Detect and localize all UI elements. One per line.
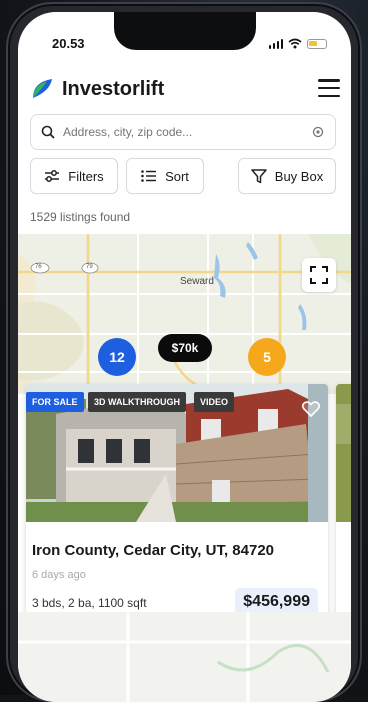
listings-count: 1529 listings found xyxy=(30,210,131,224)
search-input[interactable] xyxy=(63,125,311,139)
list-icon xyxy=(141,170,157,182)
sort-label: Sort xyxy=(165,168,189,184)
map-place-label: Seward xyxy=(180,276,214,287)
leaf-logo-icon xyxy=(33,79,52,98)
favorite-heart-icon[interactable] xyxy=(300,398,322,420)
listing-specs: 3 bds, 2 ba, 1100 sqft xyxy=(32,596,147,610)
route-shield-76: 76 xyxy=(35,264,42,270)
locate-icon[interactable] xyxy=(311,125,325,139)
filters-button[interactable]: Filters xyxy=(30,158,118,194)
map-view[interactable]: 76 79 Seward xyxy=(18,234,351,394)
tag-for-sale: FOR SALE xyxy=(26,392,84,412)
status-icons xyxy=(268,38,327,49)
listing-address[interactable]: Iron County, Cedar City, UT, 84720 xyxy=(32,542,274,559)
tag-video: VIDEO xyxy=(194,392,235,412)
map-roads xyxy=(18,234,351,394)
listing-posted-time: 6 days ago xyxy=(32,569,86,581)
map-cluster-orange[interactable]: 5 xyxy=(248,338,286,376)
signal-icon xyxy=(268,38,283,49)
buy-box-label: Buy Box xyxy=(274,168,324,184)
listing-card[interactable]: FOR SALE 3D WALKTHROUGH VIDEO Iron Count… xyxy=(26,384,328,620)
map-cluster-blue[interactable]: 12 xyxy=(98,338,136,376)
next-listing-photo xyxy=(336,384,351,522)
filters-label: Filters xyxy=(68,168,104,184)
next-listing-card-peek[interactable] xyxy=(336,384,351,620)
fullscreen-icon xyxy=(310,266,328,284)
funnel-icon xyxy=(251,168,267,183)
sliders-icon xyxy=(45,170,60,182)
wifi-icon xyxy=(288,38,302,49)
app-header: Investorlift xyxy=(30,72,340,106)
app-screen: 20.53 Investorlift Address, city, zip co… xyxy=(18,12,351,702)
expand-map-icon[interactable] xyxy=(302,258,336,292)
search-bar[interactable] xyxy=(30,114,336,150)
battery-icon xyxy=(307,38,327,49)
phone-notch xyxy=(114,12,256,50)
route-shield-79: 79 xyxy=(86,264,93,270)
hamburger-menu-icon[interactable] xyxy=(318,79,340,97)
tag-3d-walkthrough: 3D WALKTHROUGH xyxy=(88,392,186,412)
bottom-map-roads xyxy=(18,612,351,702)
sort-button[interactable]: Sort xyxy=(126,158,204,194)
background-map-bottom xyxy=(18,612,351,702)
map-price-pin[interactable]: $70k xyxy=(158,334,212,362)
status-time: 20.53 xyxy=(52,36,85,51)
app-logo-text: Investorlift xyxy=(62,77,165,100)
buy-box-button[interactable]: Buy Box xyxy=(238,158,336,194)
search-icon xyxy=(41,125,55,139)
listing-photo[interactable]: FOR SALE 3D WALKTHROUGH VIDEO xyxy=(26,384,328,522)
